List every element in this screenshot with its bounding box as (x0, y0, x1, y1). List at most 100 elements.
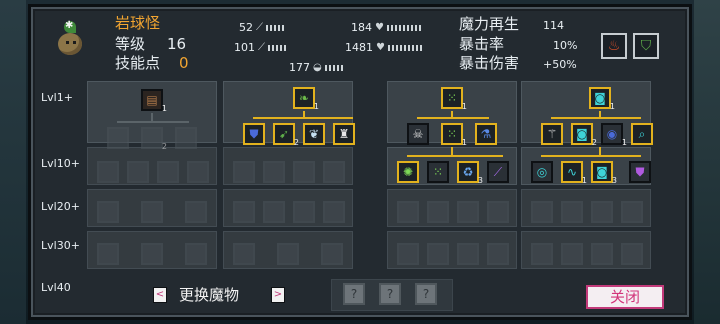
grid-icon: ⁙ (446, 127, 458, 141)
skill-slot-rock[interactable]: ▤ 1 (141, 89, 167, 113)
monster-name: 岩球怪 (115, 14, 161, 32)
skill-slot-locked[interactable] (97, 201, 119, 223)
skill-slot-locked[interactable] (397, 201, 419, 223)
skill-slot-locked[interactable] (107, 127, 129, 149)
shield-icon: ♥ (376, 42, 385, 53)
skill-slot-locked[interactable] (263, 161, 285, 183)
skill-slot-count: 2 (591, 138, 597, 147)
next-monster-button[interactable]: > (271, 287, 285, 303)
skill-slot-purple-shield[interactable]: ⛊ (629, 161, 651, 183)
skill-slot-locked[interactable] (97, 243, 119, 265)
fire-buff-icon[interactable]: ♨ (601, 33, 627, 59)
skill-slot-locked[interactable] (561, 243, 583, 265)
skill-slot-dice[interactable]: ⁙ 1 (441, 87, 467, 111)
skill-slot-locked[interactable] (277, 243, 299, 265)
skill-slot-locked[interactable] (321, 243, 343, 265)
skill-slot-recycle[interactable]: ♻ 3 (457, 161, 483, 185)
skill-slot-locked[interactable] (175, 127, 197, 149)
skill-slot-locked[interactable] (233, 243, 255, 265)
skill-slot-count: 1 (461, 138, 467, 147)
gear-icon: ✺ (402, 165, 414, 179)
skill-slot-locked[interactable] (621, 201, 643, 223)
skill-slot-locked[interactable] (293, 201, 315, 223)
skill-slot-leaf-arrow[interactable]: ➹ 2 (273, 123, 299, 147)
skill-slot-locked[interactable] (141, 243, 163, 265)
skill-slot-count: 1 (161, 104, 167, 113)
skill-slot-spiral[interactable]: ◎ (531, 161, 553, 183)
skill-slot-locked[interactable] (531, 201, 553, 223)
skill-slot-locked[interactable] (97, 161, 119, 183)
stat-speed-value: 177 (289, 61, 310, 74)
skill-slot-core-2[interactable]: ◙ 2 (571, 123, 597, 147)
skill-slot-blue-orb[interactable]: ◉ 1 (601, 123, 627, 147)
wave-icon: ∿ (566, 165, 578, 179)
skill-slot-locked[interactable] (427, 243, 449, 265)
skill-slot-dark-grid[interactable]: ⁙ (427, 161, 449, 183)
skill-slot-locked[interactable] (487, 201, 509, 223)
skill-slot-blade[interactable]: ⟋ (487, 161, 509, 183)
skill-slot-grid[interactable]: ⁙ 1 (441, 123, 467, 147)
prev-monster-button[interactable]: < (153, 287, 167, 303)
skill-slot-locked[interactable] (185, 243, 207, 265)
stat-shield-value: 1481 (345, 41, 373, 54)
skill-slot-locked[interactable] (141, 201, 163, 223)
skill-slot-magnifier[interactable]: ⌕ (631, 123, 653, 145)
skill-slot-blue-flask[interactable]: ⚗ (475, 123, 497, 145)
avatar-eye-left (66, 41, 69, 44)
skill-slot-locked[interactable] (457, 201, 479, 223)
crit-rate-value: 10% (553, 39, 578, 52)
mana-regen-label: 魔力再生 (459, 15, 520, 33)
recycle-icon: ♻ (462, 165, 474, 179)
core-icon: ◙ (596, 165, 608, 179)
locked-skill-slot[interactable]: ? (379, 283, 401, 305)
skill-slot-locked[interactable] (185, 201, 207, 223)
skill-slot-locked[interactable] (487, 243, 509, 265)
skill-slot-trophy[interactable]: ♜ (333, 123, 355, 145)
leaf-shield-buff-icon[interactable]: ⛉ (633, 33, 659, 59)
skill-slot-locked[interactable] (127, 161, 149, 183)
skill-slot-locked[interactable] (427, 201, 449, 223)
skill-slot-locked[interactable] (531, 243, 553, 265)
skill-slot-locked[interactable] (621, 243, 643, 265)
core-icon: ◙ (576, 127, 588, 141)
skill-slot-locked[interactable] (561, 201, 583, 223)
locked-skill-slot[interactable]: ? (415, 283, 437, 305)
skill-slot-core-3[interactable]: ◙ 3 (591, 161, 617, 185)
skill-slot-locked[interactable] (187, 161, 209, 183)
orb-icon: ◉ (606, 127, 618, 141)
skill-slot-locked[interactable] (323, 161, 345, 183)
skill-slot-wave[interactable]: ∿ 1 (561, 161, 587, 185)
close-button[interactable]: 关闭 (586, 285, 664, 309)
skill-slot-gear[interactable]: ✺ (397, 161, 419, 183)
skill-slot-locked[interactable] (157, 161, 179, 183)
skill-slot-locked[interactable] (233, 161, 255, 183)
dark-grid-icon: ⁙ (432, 165, 444, 179)
skill-slot-shield[interactable]: ⛊ (243, 123, 265, 145)
skill-slot-skull[interactable]: ☠ (407, 123, 429, 145)
skill-slot-locked[interactable] (397, 243, 419, 265)
skill-slot-locked[interactable] (457, 243, 479, 265)
skull-icon: ☠ (412, 127, 424, 141)
skill-slot-locked[interactable] (591, 243, 613, 265)
boot-icon: ◒ (313, 62, 322, 73)
core-icon: ◙ (594, 91, 606, 105)
skill-slot-locked[interactable] (323, 201, 345, 223)
skill-slot-cyan-core[interactable]: ◙ 1 (589, 87, 615, 111)
skill-slot-locked[interactable] (293, 161, 315, 183)
skill-slot-locked[interactable] (263, 201, 285, 223)
skill-slot-antenna[interactable]: ⚚ (541, 123, 563, 145)
skill-slot-locked[interactable] (591, 201, 613, 223)
blade-icon: ⟋ (493, 165, 503, 179)
tree-connector (551, 117, 641, 119)
skill-slot-locked[interactable]: 2 (141, 127, 167, 151)
leaf-arrow-icon: ➹ (278, 127, 290, 141)
locked-skill-slot[interactable]: ? (343, 283, 365, 305)
level-row-label: Lvl30+ (41, 239, 80, 252)
stat-defense-value: 101 (234, 41, 255, 54)
tree-connector (541, 155, 641, 157)
skill-slot-leaf[interactable]: ❧ 1 (293, 87, 319, 111)
hp-bar (386, 25, 423, 31)
skill-slot-locked[interactable] (233, 201, 255, 223)
skill-slot-wings[interactable]: ❦ (303, 123, 325, 145)
level-row-label: Lvl40 (41, 281, 71, 294)
